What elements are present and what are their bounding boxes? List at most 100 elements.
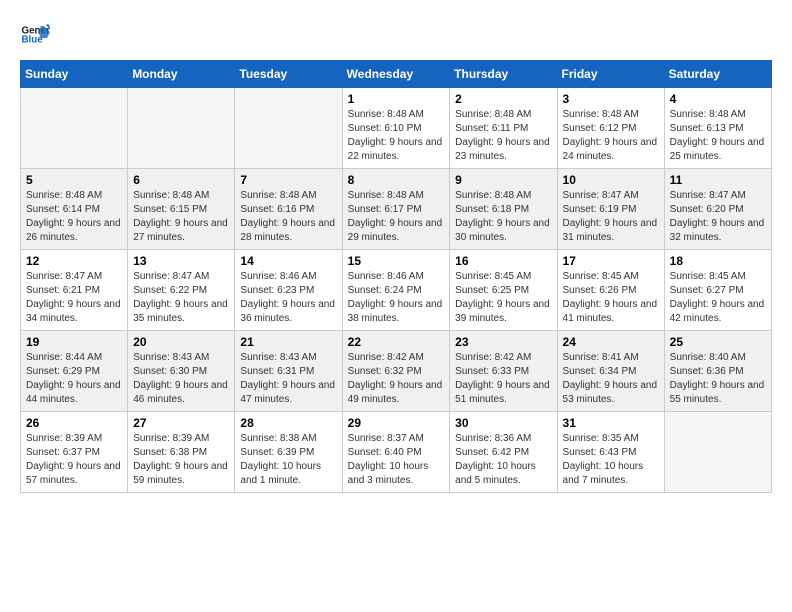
calendar-cell: 9 Sunrise: 8:48 AM Sunset: 6:18 PM Daylig… bbox=[450, 169, 557, 250]
day-info: Sunrise: 8:37 AM Sunset: 6:40 PM Dayligh… bbox=[348, 432, 445, 488]
day-number: 27 bbox=[133, 416, 229, 430]
calendar-cell: 27Sunrise: 8:39 AM Sunset: 6:38 PM Dayli… bbox=[128, 412, 235, 493]
day-info: Sunrise: 8:45 AM Sunset: 6:26 PM Dayligh… bbox=[563, 270, 659, 326]
calendar-cell: 14 Sunrise: 8:46 AM Sunset: 6:23 PM Dayli… bbox=[235, 250, 342, 331]
day-info: Sunrise: 8:48 AM Sunset: 6:18 PM Dayligh… bbox=[455, 189, 551, 245]
calendar-cell bbox=[664, 412, 771, 493]
day-info: Sunrise: 8:48 AM Sunset: 6:15 PM Dayligh… bbox=[133, 189, 229, 245]
day-number: 1 bbox=[348, 92, 445, 106]
day-number: 17 bbox=[563, 254, 659, 268]
day-number: 21 bbox=[240, 335, 336, 349]
day-info: Sunrise: 8:48 AM Sunset: 6:17 PM Dayligh… bbox=[348, 189, 445, 245]
day-info: Sunrise: 8:41 AM Sunset: 6:34 PM Dayligh… bbox=[563, 351, 659, 407]
day-info: Sunrise: 8:40 AM Sunset: 6:36 PM Dayligh… bbox=[670, 351, 766, 407]
day-info: Sunrise: 8:36 AM Sunset: 6:42 PM Dayligh… bbox=[455, 432, 551, 488]
day-info: Sunrise: 8:48 AM Sunset: 6:11 PM Dayligh… bbox=[455, 108, 551, 164]
day-info: Sunrise: 8:48 AM Sunset: 6:13 PM Dayligh… bbox=[670, 108, 766, 164]
day-info: Sunrise: 8:45 AM Sunset: 6:25 PM Dayligh… bbox=[455, 270, 551, 326]
day-number: 20 bbox=[133, 335, 229, 349]
day-number: 30 bbox=[455, 416, 551, 430]
day-number: 29 bbox=[348, 416, 445, 430]
calendar-cell: 2 Sunrise: 8:48 AM Sunset: 6:11 PM Daylig… bbox=[450, 88, 557, 169]
calendar-cell: 30 Sunrise: 8:36 AM Sunset: 6:42 PM Dayli… bbox=[450, 412, 557, 493]
calendar-header-row: SundayMondayTuesdayWednesdayThursdayFrid… bbox=[21, 61, 772, 88]
day-number: 14 bbox=[240, 254, 336, 268]
calendar-cell: 24 Sunrise: 8:41 AM Sunset: 6:34 PM Dayli… bbox=[557, 331, 664, 412]
day-number: 24 bbox=[563, 335, 659, 349]
day-number: 12 bbox=[26, 254, 122, 268]
calendar-cell: 31Sunrise: 8:35 AM Sunset: 6:43 PM Dayli… bbox=[557, 412, 664, 493]
calendar-cell: 12 Sunrise: 8:47 AM Sunset: 6:21 PM Dayli… bbox=[21, 250, 128, 331]
day-info: Sunrise: 8:38 AM Sunset: 6:39 PM Dayligh… bbox=[240, 432, 336, 488]
calendar-cell: 8 Sunrise: 8:48 AM Sunset: 6:17 PM Daylig… bbox=[342, 169, 450, 250]
svg-text:Blue: Blue bbox=[22, 35, 44, 46]
calendar-cell: 11Sunrise: 8:47 AM Sunset: 6:20 PM Dayli… bbox=[664, 169, 771, 250]
calendar-week-row: 12 Sunrise: 8:47 AM Sunset: 6:21 PM Dayli… bbox=[21, 250, 772, 331]
calendar-cell: 4 Sunrise: 8:48 AM Sunset: 6:13 PM Daylig… bbox=[664, 88, 771, 169]
weekday-header-tuesday: Tuesday bbox=[235, 61, 342, 88]
calendar-cell: 23 Sunrise: 8:42 AM Sunset: 6:33 PM Dayli… bbox=[450, 331, 557, 412]
day-number: 16 bbox=[455, 254, 551, 268]
day-info: Sunrise: 8:46 AM Sunset: 6:23 PM Dayligh… bbox=[240, 270, 336, 326]
logo-icon: General Blue bbox=[20, 20, 50, 50]
day-info: Sunrise: 8:46 AM Sunset: 6:24 PM Dayligh… bbox=[348, 270, 445, 326]
calendar-week-row: 19 Sunrise: 8:44 AM Sunset: 6:29 PM Dayli… bbox=[21, 331, 772, 412]
calendar-cell: 10 Sunrise: 8:47 AM Sunset: 6:19 PM Dayli… bbox=[557, 169, 664, 250]
day-number: 31 bbox=[563, 416, 659, 430]
day-info: Sunrise: 8:45 AM Sunset: 6:27 PM Dayligh… bbox=[670, 270, 766, 326]
calendar-cell bbox=[128, 88, 235, 169]
calendar-week-row: 1 Sunrise: 8:48 AM Sunset: 6:10 PM Daylig… bbox=[21, 88, 772, 169]
calendar-cell: 28Sunrise: 8:38 AM Sunset: 6:39 PM Dayli… bbox=[235, 412, 342, 493]
day-info: Sunrise: 8:42 AM Sunset: 6:33 PM Dayligh… bbox=[455, 351, 551, 407]
day-info: Sunrise: 8:48 AM Sunset: 6:16 PM Dayligh… bbox=[240, 189, 336, 245]
day-number: 9 bbox=[455, 173, 551, 187]
weekday-header-sunday: Sunday bbox=[21, 61, 128, 88]
calendar-cell: 7 Sunrise: 8:48 AM Sunset: 6:16 PM Daylig… bbox=[235, 169, 342, 250]
calendar-cell: 5Sunrise: 8:48 AM Sunset: 6:14 PM Daylig… bbox=[21, 169, 128, 250]
calendar-cell: 26 Sunrise: 8:39 AM Sunset: 6:37 PM Dayli… bbox=[21, 412, 128, 493]
day-number: 6 bbox=[133, 173, 229, 187]
calendar-cell: 20 Sunrise: 8:43 AM Sunset: 6:30 PM Dayli… bbox=[128, 331, 235, 412]
calendar-cell bbox=[21, 88, 128, 169]
day-number: 22 bbox=[348, 335, 445, 349]
calendar-cell: 15Sunrise: 8:46 AM Sunset: 6:24 PM Dayli… bbox=[342, 250, 450, 331]
weekday-header-monday: Monday bbox=[128, 61, 235, 88]
day-info: Sunrise: 8:42 AM Sunset: 6:32 PM Dayligh… bbox=[348, 351, 445, 407]
day-info: Sunrise: 8:48 AM Sunset: 6:10 PM Dayligh… bbox=[348, 108, 445, 164]
calendar-cell: 29 Sunrise: 8:37 AM Sunset: 6:40 PM Dayli… bbox=[342, 412, 450, 493]
calendar-cell: 19 Sunrise: 8:44 AM Sunset: 6:29 PM Dayli… bbox=[21, 331, 128, 412]
day-number: 2 bbox=[455, 92, 551, 106]
day-number: 23 bbox=[455, 335, 551, 349]
header: General Blue bbox=[20, 20, 772, 50]
calendar-cell: 13 Sunrise: 8:47 AM Sunset: 6:22 PM Dayli… bbox=[128, 250, 235, 331]
calendar-cell: 21 Sunrise: 8:43 AM Sunset: 6:31 PM Dayli… bbox=[235, 331, 342, 412]
calendar-cell: 3Sunrise: 8:48 AM Sunset: 6:12 PM Daylig… bbox=[557, 88, 664, 169]
calendar-week-row: 5Sunrise: 8:48 AM Sunset: 6:14 PM Daylig… bbox=[21, 169, 772, 250]
day-number: 4 bbox=[670, 92, 766, 106]
weekday-header-thursday: Thursday bbox=[450, 61, 557, 88]
day-number: 25 bbox=[670, 335, 766, 349]
day-info: Sunrise: 8:47 AM Sunset: 6:19 PM Dayligh… bbox=[563, 189, 659, 245]
day-number: 7 bbox=[240, 173, 336, 187]
day-info: Sunrise: 8:43 AM Sunset: 6:31 PM Dayligh… bbox=[240, 351, 336, 407]
day-number: 10 bbox=[563, 173, 659, 187]
day-number: 19 bbox=[26, 335, 122, 349]
calendar-week-row: 26 Sunrise: 8:39 AM Sunset: 6:37 PM Dayli… bbox=[21, 412, 772, 493]
day-number: 8 bbox=[348, 173, 445, 187]
calendar-cell: 25 Sunrise: 8:40 AM Sunset: 6:36 PM Dayli… bbox=[664, 331, 771, 412]
day-info: Sunrise: 8:47 AM Sunset: 6:20 PM Dayligh… bbox=[670, 189, 766, 245]
day-number: 26 bbox=[26, 416, 122, 430]
calendar-cell: 22 Sunrise: 8:42 AM Sunset: 6:32 PM Dayli… bbox=[342, 331, 450, 412]
day-number: 13 bbox=[133, 254, 229, 268]
calendar-cell bbox=[235, 88, 342, 169]
day-info: Sunrise: 8:44 AM Sunset: 6:29 PM Dayligh… bbox=[26, 351, 122, 407]
day-number: 18 bbox=[670, 254, 766, 268]
day-number: 3 bbox=[563, 92, 659, 106]
day-info: Sunrise: 8:47 AM Sunset: 6:21 PM Dayligh… bbox=[26, 270, 122, 326]
day-info: Sunrise: 8:39 AM Sunset: 6:37 PM Dayligh… bbox=[26, 432, 122, 488]
day-info: Sunrise: 8:47 AM Sunset: 6:22 PM Dayligh… bbox=[133, 270, 229, 326]
calendar-cell: 1 Sunrise: 8:48 AM Sunset: 6:10 PM Daylig… bbox=[342, 88, 450, 169]
weekday-header-saturday: Saturday bbox=[664, 61, 771, 88]
weekday-header-wednesday: Wednesday bbox=[342, 61, 450, 88]
day-info: Sunrise: 8:43 AM Sunset: 6:30 PM Dayligh… bbox=[133, 351, 229, 407]
